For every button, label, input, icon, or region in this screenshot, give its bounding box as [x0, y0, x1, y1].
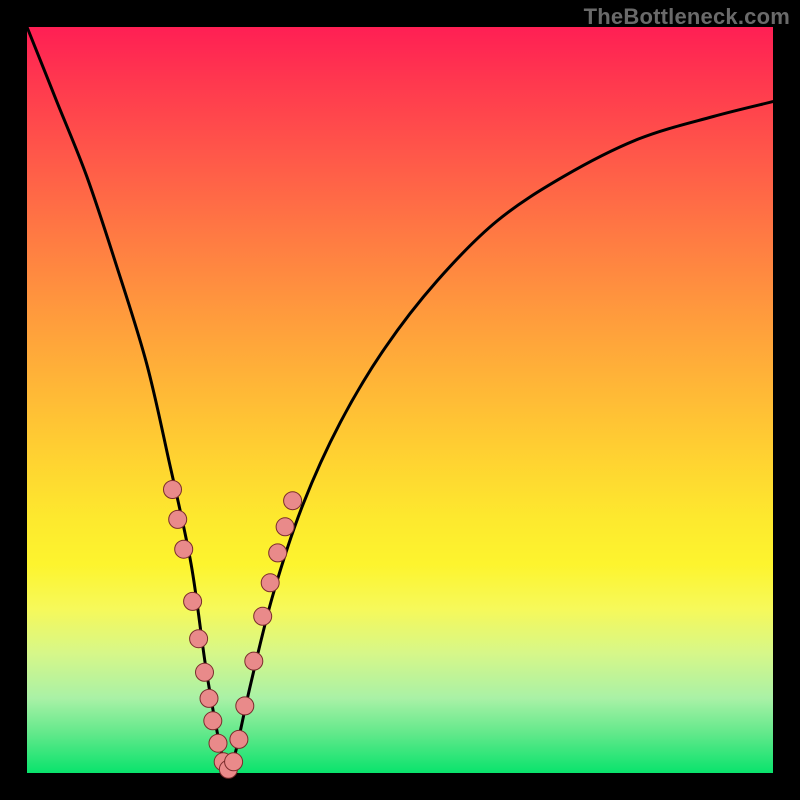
chart-svg	[27, 27, 773, 773]
marker-point	[269, 544, 287, 562]
marker-point	[284, 492, 302, 510]
marker-point	[190, 630, 208, 648]
marker-layer	[164, 481, 302, 779]
marker-point	[230, 730, 248, 748]
marker-point	[164, 481, 182, 499]
watermark-text: TheBottleneck.com	[584, 4, 790, 30]
curve-layer	[27, 27, 773, 773]
marker-point	[169, 510, 187, 528]
chart-frame: TheBottleneck.com	[0, 0, 800, 800]
marker-point	[196, 663, 214, 681]
plot-area	[27, 27, 773, 773]
marker-point	[254, 607, 272, 625]
marker-point	[204, 712, 222, 730]
marker-point	[225, 753, 243, 771]
marker-point	[261, 574, 279, 592]
marker-point	[236, 697, 254, 715]
marker-point	[276, 518, 294, 536]
bottleneck-curve	[27, 27, 773, 773]
marker-point	[245, 652, 263, 670]
marker-point	[175, 540, 193, 558]
marker-point	[184, 592, 202, 610]
marker-point	[200, 689, 218, 707]
marker-point	[209, 734, 227, 752]
